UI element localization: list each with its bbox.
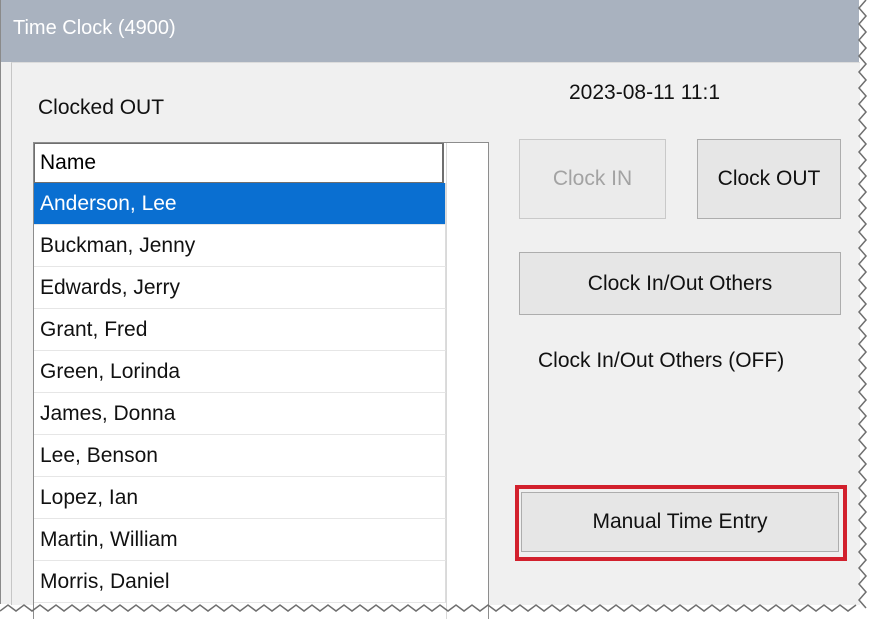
clock-status-label: Clocked OUT bbox=[38, 96, 165, 119]
employee-row[interactable]: Martin, William bbox=[34, 519, 446, 561]
employee-row[interactable]: Buckman, Jenny bbox=[34, 225, 446, 267]
window-title: Time Clock (4900) bbox=[13, 17, 176, 39]
list-scroll-area[interactable] bbox=[446, 143, 488, 619]
datetime-display: 2023-08-11 11:1 bbox=[569, 81, 721, 104]
others-status-label: Clock In/Out Others (OFF) bbox=[538, 349, 785, 372]
column-header-name[interactable]: Name bbox=[34, 143, 444, 183]
employee-row[interactable]: Lopez, Ian bbox=[34, 477, 446, 519]
employee-row[interactable]: Anderson, Lee bbox=[34, 183, 446, 225]
employee-row[interactable]: James, Donna bbox=[34, 393, 446, 435]
employee-row[interactable]: Edwards, Jerry bbox=[34, 267, 446, 309]
employee-row[interactable]: Grant, Fred bbox=[34, 309, 446, 351]
employee-row[interactable]: Green, Lorinda bbox=[34, 351, 446, 393]
clock-in-button[interactable]: Clock IN bbox=[519, 139, 666, 219]
employee-row[interactable]: Morris, Daniel bbox=[34, 561, 446, 603]
employee-row[interactable]: Lee, Benson bbox=[34, 435, 446, 477]
clock-in-out-others-button[interactable]: Clock In/Out Others bbox=[519, 252, 841, 315]
employee-list-rows: Anderson, Lee Buckman, Jenny Edwards, Jerr… bbox=[34, 183, 446, 603]
torn-edge-right bbox=[858, 0, 867, 609]
title-bar: Time Clock (4900) bbox=[1, 0, 859, 62]
manual-time-entry-button[interactable]: Manual Time Entry bbox=[521, 492, 839, 552]
clock-out-button[interactable]: Clock OUT bbox=[697, 139, 841, 219]
torn-edge-bottom bbox=[0, 604, 857, 612]
employee-list[interactable]: Name Anderson, Lee Buckman, Jenny Edwards,… bbox=[33, 142, 489, 619]
